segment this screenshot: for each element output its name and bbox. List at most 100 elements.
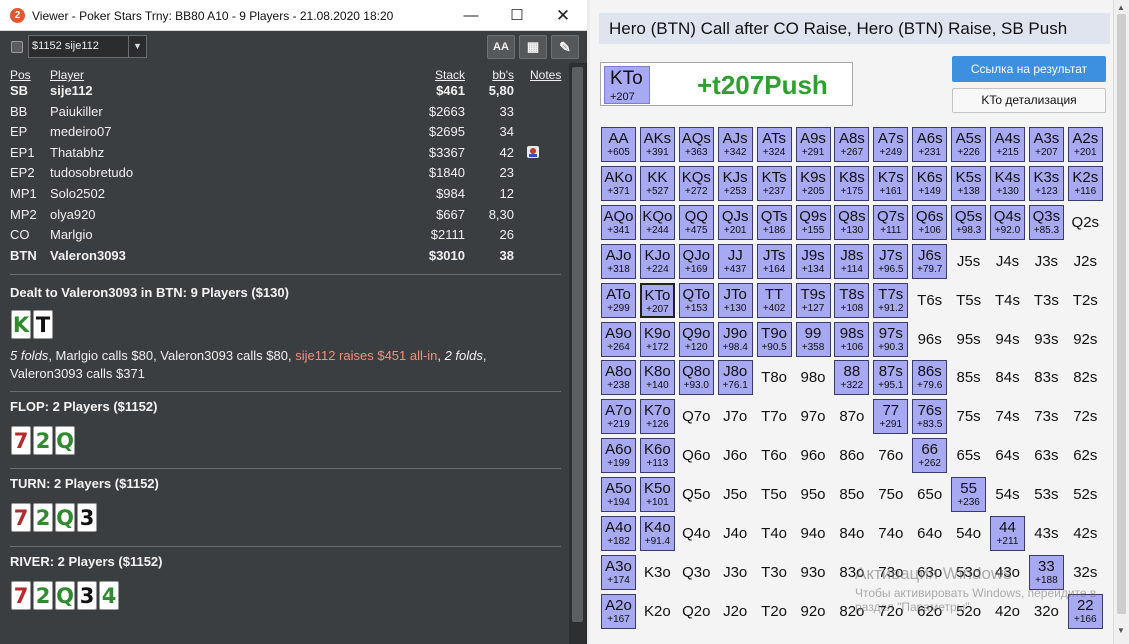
player-row[interactable]: SB sije112 $461 5,80 (0, 83, 569, 104)
range-cell-aks[interactable]: AKs +391 (639, 127, 675, 162)
header-player[interactable]: Player (50, 68, 84, 82)
range-cell-j6s[interactable]: J6s +79.7 (912, 243, 948, 279)
range-cell-q4s[interactable]: Q4s +92.0 (990, 204, 1025, 240)
range-cell-a5o[interactable]: A5o +194 (601, 477, 636, 513)
range-cell-95s[interactable]: 95s (951, 322, 986, 357)
range-cell-77[interactable]: 77 +291 (873, 399, 909, 435)
range-cell-44[interactable]: 44 +211 (990, 516, 1025, 551)
range-cell-a3s[interactable]: A3s +207 (1028, 127, 1064, 162)
range-cell-q4o[interactable]: Q4o (679, 516, 714, 551)
range-cell-t4o[interactable]: T4o (757, 516, 792, 551)
range-cell-t6s[interactable]: T6s (912, 283, 947, 318)
range-cell-a8o[interactable]: A8o +238 (601, 360, 636, 396)
range-cell-a7s[interactable]: A7s +249 (873, 127, 909, 162)
range-cell-k8o[interactable]: K8o +140 (639, 360, 675, 396)
viewer-scrollbar[interactable] (569, 63, 586, 644)
range-cell-qjs[interactable]: QJs +201 (717, 204, 753, 240)
range-cell-ajs[interactable]: AJs +342 (717, 127, 753, 162)
range-cell-98o[interactable]: 98o (796, 360, 831, 395)
range-cell-kts[interactable]: KTs +237 (756, 165, 792, 201)
close-icon[interactable]: ✕ (540, 0, 586, 31)
range-cell-kqs[interactable]: KQs +272 (678, 165, 714, 201)
range-cell-a4o[interactable]: A4o +182 (601, 516, 636, 551)
range-cell-aqo[interactable]: AQo +341 (601, 204, 636, 240)
grid-icon[interactable]: ▦ (519, 35, 547, 59)
range-cell-q8o[interactable]: Q8o +93.0 (678, 360, 714, 396)
range-cell-t8o[interactable]: T8o (757, 360, 792, 395)
range-cell-k8s[interactable]: K8s +175 (834, 165, 870, 201)
range-cell-j5o[interactable]: J5o (718, 477, 753, 512)
range-cell-j4s[interactable]: J4s (990, 244, 1025, 279)
player-row[interactable]: BB Paiukiller $2663 33 (0, 104, 569, 125)
range-cell-qto[interactable]: QTo +153 (678, 282, 714, 318)
header-bbs[interactable]: bb's (492, 68, 514, 82)
range-cell-ajo[interactable]: AJo +318 (601, 243, 636, 279)
range-cell-75o[interactable]: 75o (873, 477, 908, 512)
range-cell-ako[interactable]: AKo +371 (601, 165, 636, 201)
range-cell-92s[interactable]: 92s (1068, 322, 1103, 357)
range-cell-87s[interactable]: 87s +95.1 (873, 360, 909, 396)
range-cell-76o[interactable]: 76o (873, 438, 908, 473)
range-cell-86o[interactable]: 86o (834, 438, 869, 473)
font-size-button[interactable]: AA (487, 35, 515, 59)
range-cell-kjs[interactable]: KJs +253 (717, 165, 753, 201)
player-row[interactable]: CO Marlgio $2111 26 (0, 227, 569, 248)
range-cell-a2o[interactable]: A2o +167 (601, 593, 636, 629)
range-cell-74s[interactable]: 74s (990, 399, 1025, 434)
range-cell-62o[interactable]: 62o (912, 594, 947, 629)
range-cell-62s[interactable]: 62s (1068, 438, 1103, 473)
range-cell-66[interactable]: 66 +262 (912, 438, 948, 474)
range-cell-93s[interactable]: 93s (1029, 322, 1064, 357)
range-cell-q6s[interactable]: Q6s +106 (912, 204, 948, 240)
range-cell-j3s[interactable]: J3s (1029, 244, 1064, 279)
range-cell-85s[interactable]: 85s (951, 360, 986, 395)
range-cell-kjo[interactable]: KJo +224 (639, 243, 675, 279)
range-cell-ato[interactable]: ATo +299 (601, 282, 636, 318)
hand-select-dropdown[interactable]: $1152 sije112 ▼ (28, 35, 147, 58)
maximize-icon[interactable]: ☐ (494, 0, 540, 31)
range-cell-q9o[interactable]: Q9o +120 (678, 321, 714, 357)
select-checkbox[interactable] (11, 41, 23, 53)
range-cell-72o[interactable]: 72o (873, 594, 908, 629)
range-cell-t8s[interactable]: T8s +108 (834, 282, 870, 318)
range-cell-98s[interactable]: 98s +106 (834, 321, 870, 357)
range-cell-j8s[interactable]: J8s +114 (834, 243, 870, 279)
player-row[interactable]: EP1 Thatabhz $3367 42 (0, 145, 569, 166)
range-cell-88[interactable]: 88 +322 (834, 360, 870, 396)
range-cell-65o[interactable]: 65o (912, 477, 947, 512)
scroll-thumb[interactable] (572, 67, 583, 622)
range-cell-76s[interactable]: 76s +83.5 (912, 399, 948, 435)
range-cell-83o[interactable]: 83o (834, 555, 869, 590)
range-cell-q2s[interactable]: Q2s (1068, 205, 1103, 240)
range-cell-t9s[interactable]: T9s +127 (795, 282, 831, 318)
header-notes[interactable]: Notes (530, 68, 561, 82)
range-cell-jts[interactable]: JTs +164 (756, 243, 792, 279)
scroll-down-icon[interactable]: ▼ (1117, 626, 1125, 635)
range-cell-q6o[interactable]: Q6o (679, 438, 714, 473)
range-cell-jj[interactable]: JJ +437 (717, 243, 753, 279)
range-cell-k7s[interactable]: K7s +161 (873, 165, 909, 201)
range-cell-j5s[interactable]: J5s (951, 244, 986, 279)
player-row[interactable]: MP1 Solo2502 $984 12 (0, 186, 569, 207)
range-cell-q5s[interactable]: Q5s +98.3 (951, 204, 987, 240)
range-cell-kqo[interactable]: KQo +244 (639, 204, 675, 240)
range-cell-a6o[interactable]: A6o +199 (601, 438, 636, 474)
range-cell-aqs[interactable]: AQs +363 (678, 127, 714, 162)
range-cell-52s[interactable]: 52s (1068, 477, 1103, 512)
range-cell-j2o[interactable]: J2o (718, 594, 753, 629)
range-cell-84o[interactable]: 84o (834, 516, 869, 551)
range-cell-q3s[interactable]: Q3s +85.3 (1028, 204, 1064, 240)
range-cell-53s[interactable]: 53s (1029, 477, 1064, 512)
range-cell-j2s[interactable]: J2s (1068, 244, 1103, 279)
range-cell-k7o[interactable]: K7o +126 (639, 399, 675, 435)
range-cell-93o[interactable]: 93o (796, 555, 831, 590)
range-cell-99[interactable]: 99 +358 (795, 321, 831, 357)
scroll-thumb[interactable] (1117, 14, 1126, 614)
result-link-button[interactable]: Ссылка на результат (952, 56, 1106, 82)
range-cell-j7o[interactable]: J7o (718, 399, 753, 434)
range-cell-22[interactable]: 22 +166 (1067, 593, 1103, 629)
range-cell-94o[interactable]: 94o (796, 516, 831, 551)
range-cell-96o[interactable]: 96o (796, 438, 831, 473)
range-cell-q3o[interactable]: Q3o (679, 555, 714, 590)
range-cell-64s[interactable]: 64s (990, 438, 1025, 473)
